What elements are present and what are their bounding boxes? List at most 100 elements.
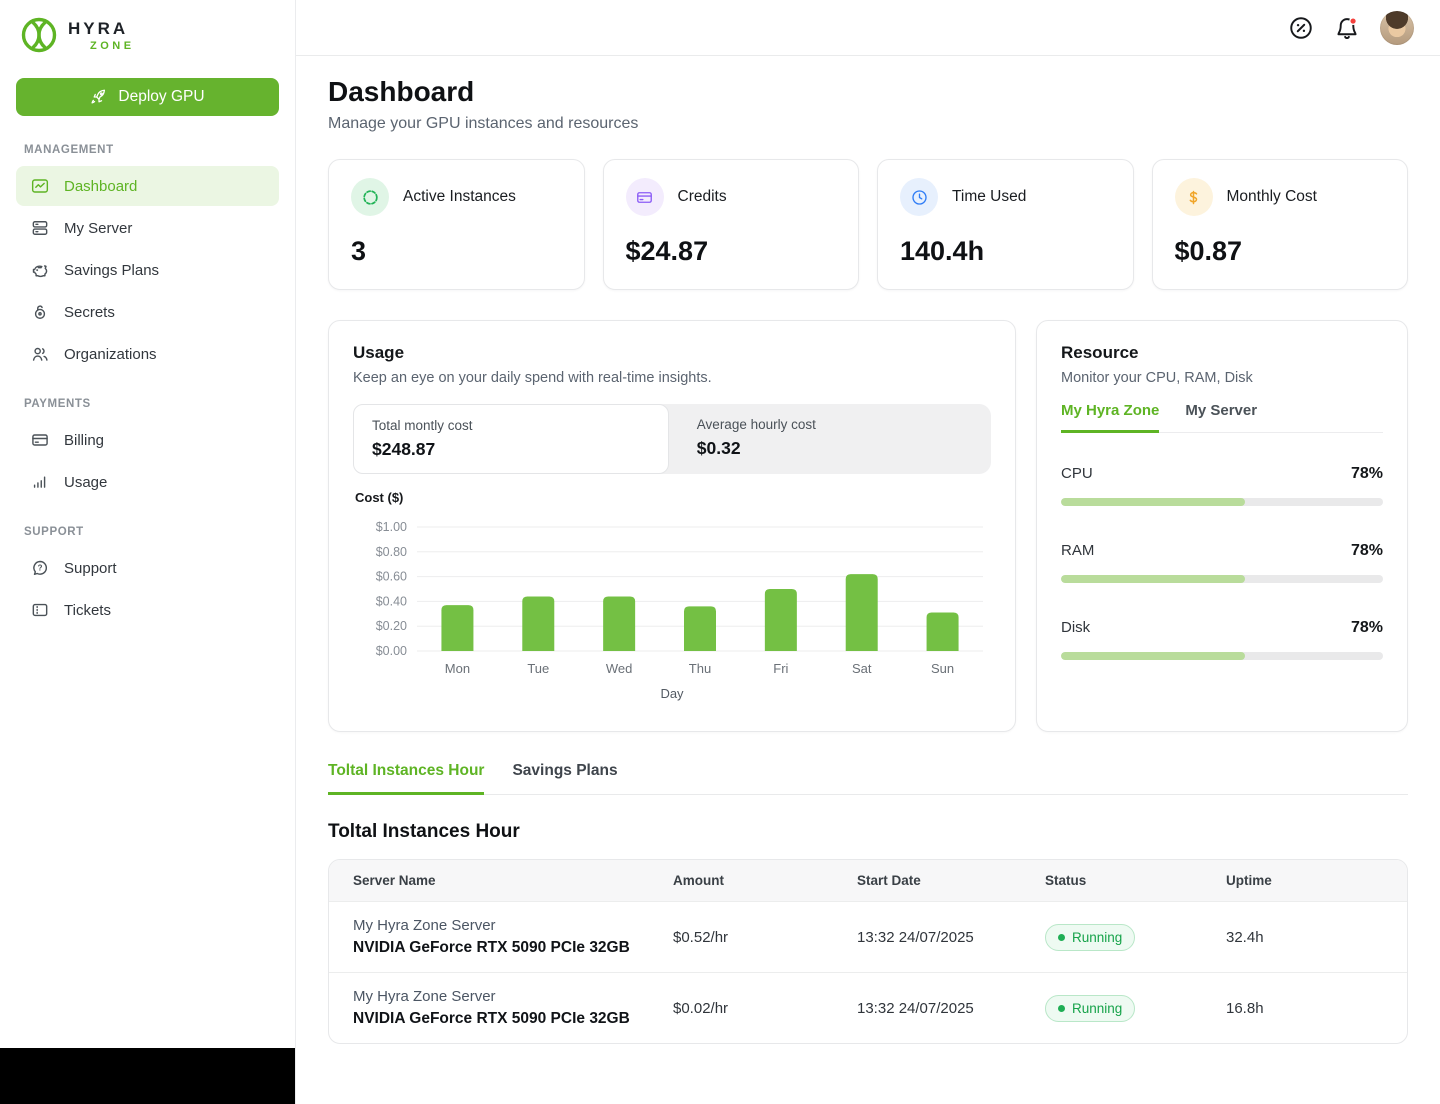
bar-sat [845, 574, 878, 651]
disk-progress-track [1061, 652, 1383, 660]
svg-text:Tue: Tue [527, 661, 549, 676]
sidebar-item-secrets[interactable]: Secrets [16, 292, 279, 332]
piggy-bank-icon [32, 265, 48, 278]
stat-value: $0.87 [1174, 236, 1243, 266]
bar-fri [764, 589, 797, 651]
svg-text:$1.00: $1.00 [376, 520, 407, 534]
clock-icon [900, 178, 938, 216]
disk-meter: Disk 78% [1061, 619, 1383, 660]
col-start-date: Start Date [857, 873, 921, 888]
chart-x-axis-title: Day [660, 686, 684, 701]
chart-y-axis-title: Cost ($) [355, 490, 404, 505]
dashboard-content: Dashboard Manage your GPU instances and … [296, 56, 1440, 1044]
stat-card-active-instances: Active Instances 3 [328, 159, 585, 290]
usage-title: Usage [353, 343, 405, 362]
stat-card-credits: Credits $24.87 [602, 159, 859, 290]
redacted-user-block [0, 1048, 295, 1104]
sidebar-item-my-server[interactable]: My Server [16, 208, 279, 248]
status-text: Running [1072, 929, 1123, 945]
ram-label: RAM [1061, 542, 1095, 559]
amount-cell: $0.52/hr [673, 928, 729, 946]
svg-text:$0.40: $0.40 [376, 594, 407, 608]
status-dot-icon [1058, 933, 1065, 941]
instances-heading: Toltal Instances Hour [328, 821, 520, 842]
instances-table: Server Name Amount Start Date Status Upt… [328, 859, 1408, 1044]
col-server-name: Server Name [353, 873, 436, 888]
stat-card-time-used: Time Used 140.4h [877, 159, 1134, 290]
table-header-row: Server Name Amount Start Date Status Upt… [329, 860, 1407, 901]
status-badge: Running [1045, 923, 1136, 951]
ram-progress-fill [1061, 575, 1245, 583]
sidebar-item-organizations[interactable]: Organizations [16, 334, 279, 374]
topbar [296, 0, 1440, 56]
usage-panel: Usage Keep an eye on your daily spend wi… [328, 320, 1016, 732]
server-name: My Hyra Zone Server [353, 988, 496, 1005]
table-row[interactable]: My Hyra Zone Server NVIDIA GeForce RTX 5… [329, 901, 1407, 972]
stat-label: Monthly Cost [1226, 188, 1317, 205]
total-monthly-cost-cell[interactable]: Total montly cost $248.87 [353, 404, 669, 474]
total-monthly-cost-value: $248.87 [372, 439, 436, 459]
nav-section-management: MANAGEMENT [24, 144, 114, 156]
tab-total-instances-hour[interactable]: Toltal Instances Hour [328, 762, 485, 795]
sidebar-item-savings-plans[interactable]: Savings Plans [16, 250, 279, 290]
sidebar-item-label: Billing [64, 431, 105, 449]
cpu-progress-fill [1061, 498, 1245, 506]
sidebar-item-support[interactable]: ? Support [16, 548, 279, 588]
cpu-value: 78% [1350, 465, 1383, 482]
sidebar-item-label: Support [64, 559, 117, 577]
total-monthly-cost-label: Total montly cost [372, 418, 473, 433]
avg-hourly-cost-label: Average hourly cost [696, 417, 816, 432]
sidebar-item-label: Secrets [64, 303, 115, 321]
discount-badge-icon[interactable] [1288, 15, 1314, 41]
col-amount: Amount [673, 873, 724, 888]
cpu-progress-track [1061, 498, 1383, 506]
sidebar-item-usage[interactable]: Usage [16, 462, 279, 502]
page-subtitle: Manage your GPU instances and resources [328, 115, 639, 132]
tab-my-server[interactable]: My Server [1185, 402, 1257, 433]
help-chat-icon: ? [33, 560, 48, 576]
svg-text:$0.60: $0.60 [376, 570, 407, 584]
status-badge: Running [1045, 994, 1136, 1022]
bar-tue [522, 596, 555, 651]
sidebar-item-label: My Server [64, 219, 133, 237]
svg-text:$0.20: $0.20 [376, 619, 407, 633]
credit-card-icon [625, 178, 664, 216]
status-dot-icon [1058, 1004, 1065, 1012]
notification-bell-icon[interactable] [1334, 15, 1360, 41]
resource-meters: CPU 78% RAM 78% Disk 78% [1061, 465, 1383, 660]
tab-savings-plans[interactable]: Savings Plans [512, 762, 617, 795]
table-row[interactable]: My Hyra Zone Server NVIDIA GeForce RTX 5… [329, 972, 1407, 1043]
stat-value: 3 [351, 236, 367, 266]
avg-hourly-cost-cell[interactable]: Average hourly cost $0.32 [669, 404, 985, 474]
people-icon [32, 347, 48, 361]
sidebar-item-tickets[interactable]: Tickets [16, 590, 279, 630]
server-gpu: NVIDIA GeForce RTX 5090 PCIe 32GB [353, 939, 630, 956]
resource-title: Resource [1061, 343, 1139, 362]
deploy-gpu-button[interactable]: Deploy GPU [16, 78, 279, 116]
dashboard-icon [31, 179, 49, 193]
user-avatar[interactable] [1380, 10, 1414, 45]
sidebar-item-billing[interactable]: Billing [16, 420, 279, 460]
bar-thu [684, 606, 716, 651]
sidebar-item-dashboard[interactable]: Dashboard [16, 166, 279, 206]
cpu-label: CPU [1061, 465, 1093, 482]
brand-logo[interactable]: HYRA ZONE [0, 0, 295, 64]
deploy-gpu-label: Deploy GPU [118, 88, 205, 105]
stat-label: Active Instances [403, 188, 516, 205]
svg-text:$0.00: $0.00 [376, 644, 407, 658]
tab-my-hyra-zone[interactable]: My Hyra Zone [1061, 402, 1160, 433]
rocket-icon [91, 89, 106, 104]
disk-value: 78% [1350, 619, 1383, 636]
svg-text:Thu: Thu [689, 661, 711, 676]
ticket-icon [32, 603, 48, 617]
start-date-cell: 13:32 24/07/2025 [857, 928, 974, 946]
disk-label: Disk [1061, 619, 1091, 636]
sidebar-item-label: Savings Plans [64, 261, 160, 279]
svg-text:Sat: Sat [852, 661, 872, 676]
stat-label: Credits [677, 188, 727, 205]
col-status: Status [1045, 873, 1087, 888]
ram-progress-track [1061, 575, 1383, 583]
main-area: Dashboard Manage your GPU instances and … [296, 0, 1440, 1104]
disk-progress-fill [1061, 652, 1245, 660]
lock-icon [34, 305, 46, 319]
